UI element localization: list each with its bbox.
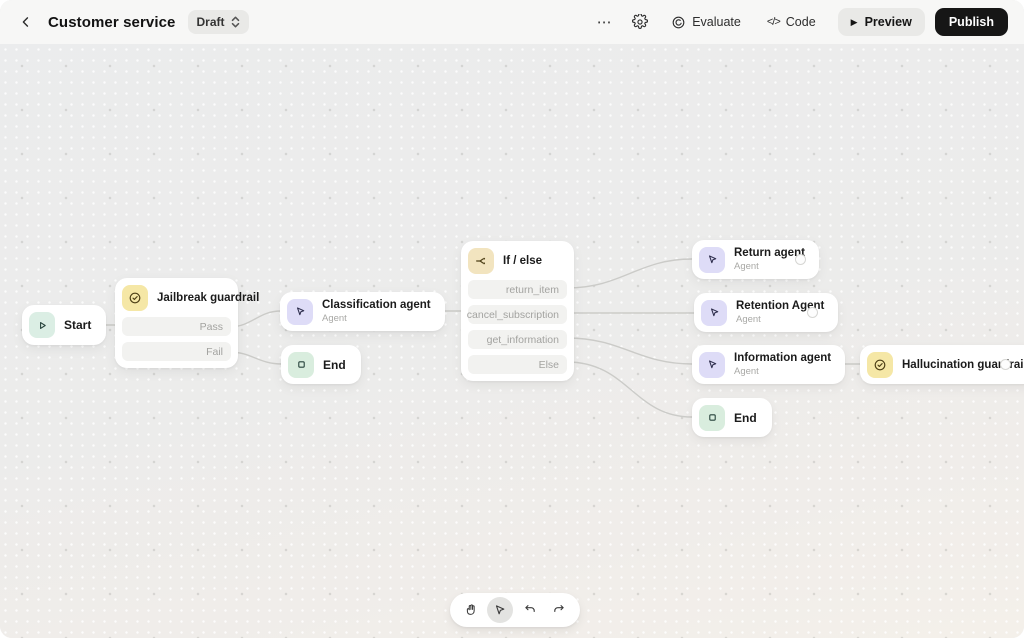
- redo-icon: [554, 605, 564, 613]
- page-title: Customer service: [48, 13, 176, 31]
- node-end-label: End: [734, 410, 757, 425]
- evaluate-button[interactable]: Evaluate: [663, 10, 749, 35]
- select-tool-button[interactable]: [487, 597, 514, 623]
- status-dropdown[interactable]: Draft: [187, 10, 249, 34]
- guardrail-shield-icon: [122, 285, 148, 311]
- node-title: Information agent: [734, 352, 832, 364]
- cursor-icon: [496, 605, 505, 615]
- branch-row-return-item[interactable]: return_item: [468, 280, 567, 299]
- chevron-left-icon: [22, 17, 29, 27]
- branch-row-fail[interactable]: Fail: [122, 342, 231, 361]
- canvas-toolbar: [450, 593, 580, 627]
- settings-button[interactable]: [627, 9, 653, 35]
- code-button[interactable]: </> Code: [759, 10, 824, 34]
- node-classification-agent[interactable]: Classification agent Agent: [280, 292, 445, 331]
- node-end-2[interactable]: End: [692, 398, 772, 437]
- evaluate-icon: [672, 16, 685, 28]
- output-port[interactable]: [1000, 359, 1011, 370]
- more-icon: ⋯: [596, 14, 612, 31]
- preview-button[interactable]: ▶ Preview: [837, 8, 925, 36]
- node-if-else[interactable]: If / else return_item cancel_subscriptio…: [461, 241, 574, 381]
- node-start-label: Start: [64, 318, 92, 332]
- evaluate-label: Evaluate: [692, 15, 741, 29]
- node-start[interactable]: Start: [22, 305, 107, 345]
- branch-split-icon: [468, 248, 494, 274]
- node-title: If / else: [503, 255, 542, 267]
- gear-icon: [632, 14, 649, 29]
- more-menu-button[interactable]: ⋯: [591, 9, 617, 35]
- pan-tool-button[interactable]: [458, 597, 484, 623]
- node-subtitle: Agent: [322, 313, 347, 324]
- publish-button[interactable]: Publish: [934, 8, 1008, 36]
- node-subtitle: Agent: [734, 261, 759, 272]
- undo-icon: [525, 605, 535, 613]
- agent-cursor-icon: [701, 299, 727, 326]
- agent-cursor-icon: [699, 351, 725, 378]
- agent-builder-window: Customer service Draft ⋯ Evaluate </> Co…: [0, 0, 1024, 638]
- branch-row-cancel-subscription[interactable]: cancel_subscription: [467, 305, 567, 324]
- branch-row-else[interactable]: Else: [468, 355, 567, 374]
- redo-button[interactable]: [546, 597, 572, 623]
- code-label: Code: [785, 15, 816, 29]
- preview-label: Preview: [864, 15, 912, 29]
- agent-cursor-icon: [699, 246, 725, 273]
- status-label: Draft: [196, 15, 225, 29]
- start-play-icon: [29, 312, 55, 338]
- node-end-1[interactable]: End: [281, 345, 361, 384]
- branch-row-pass[interactable]: Pass: [122, 317, 231, 336]
- guardrail-shield-icon: [867, 351, 893, 378]
- play-icon: ▶: [850, 16, 858, 27]
- node-information-agent[interactable]: Information agent Agent: [692, 345, 846, 384]
- top-bar: Customer service Draft ⋯ Evaluate </> Co…: [0, 0, 1024, 44]
- end-stop-icon: [288, 351, 314, 378]
- output-port[interactable]: [807, 307, 818, 318]
- code-icon: </>: [766, 16, 781, 28]
- output-port[interactable]: [795, 254, 806, 265]
- select-chevrons-icon: [231, 16, 239, 28]
- node-end-label: End: [323, 357, 346, 372]
- undo-button[interactable]: [517, 597, 543, 623]
- node-jailbreak-guardrail[interactable]: Jailbreak guardrail Pass Fail: [115, 278, 259, 368]
- back-button[interactable]: [16, 12, 36, 32]
- branch-row-get-information[interactable]: get_information: [468, 330, 567, 349]
- node-subtitle: Agent: [734, 366, 759, 377]
- agent-cursor-icon: [287, 298, 313, 325]
- node-title: Classification agent: [322, 299, 431, 311]
- hand-icon: [466, 604, 475, 615]
- end-stop-icon: [699, 404, 725, 431]
- node-title: Jailbreak guardrail: [157, 292, 260, 304]
